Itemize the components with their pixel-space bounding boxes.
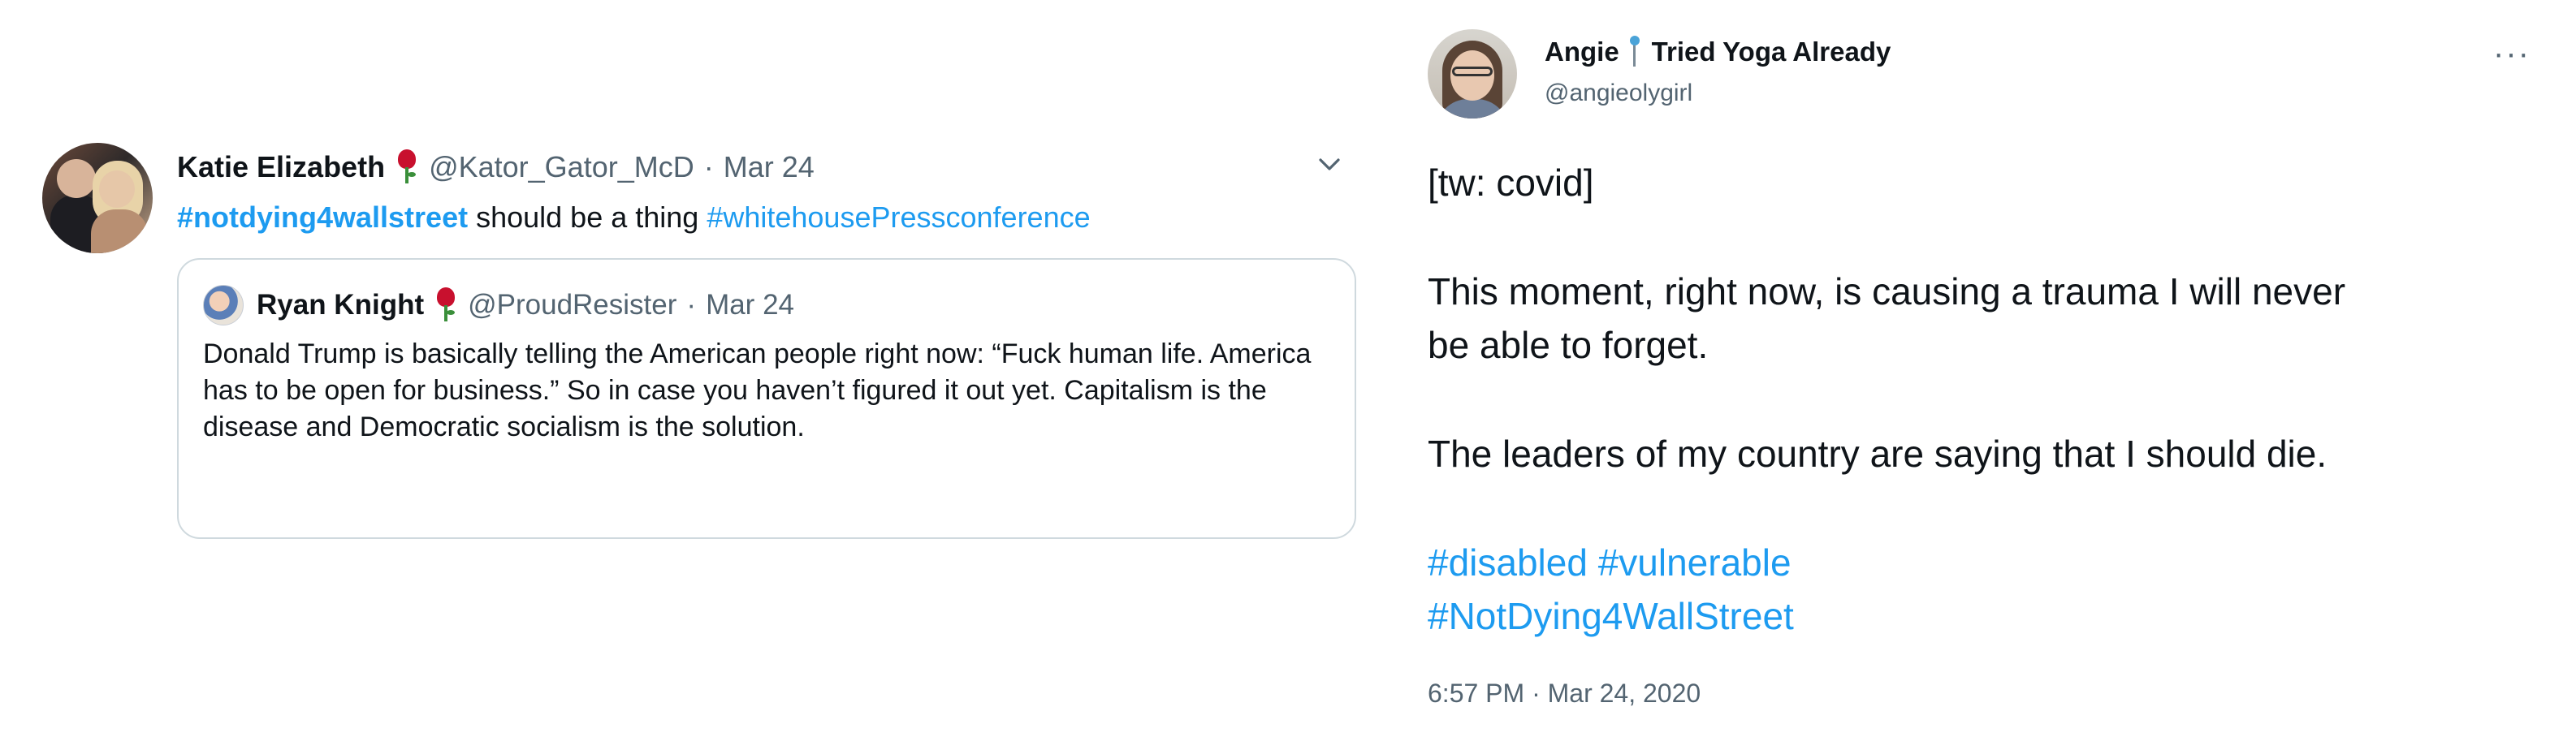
pushpin-emoji-icon	[1629, 36, 1640, 68]
right-tweet-timestamp[interactable]: 6:57 PM · Mar 24, 2020	[1428, 679, 1701, 709]
right-tweet-line-1: [tw: covid]	[1428, 162, 1594, 204]
right-tweet-hashtags-1[interactable]: #disabled #vulnerable	[1428, 536, 1792, 589]
quoted-tweet-date[interactable]: Mar 24	[706, 289, 794, 321]
chevron-down-icon[interactable]	[1316, 153, 1343, 177]
quoted-author-name[interactable]: Ryan Knight	[257, 289, 424, 321]
hashtag-link[interactable]: #whitehousePressconference	[707, 200, 1090, 234]
separator-dot: ·	[686, 289, 697, 321]
quoted-author-avatar[interactable]	[203, 285, 244, 325]
tweet-text-middle: should be a thing	[468, 200, 707, 234]
quoted-tweet-text: Donald Trump is basically telling the Am…	[203, 338, 1312, 442]
right-tweet-line-2: This moment, right now, is causing a tra…	[1428, 270, 2346, 312]
quoted-tweet-card[interactable]: Ryan Knight @ProudResister · Mar 24 Dona…	[177, 258, 1356, 539]
left-tweet-header: Katie Elizabeth @Kator_Gator_McD · Mar 2…	[177, 146, 815, 188]
hashtag-link[interactable]: #notdying4wallstreet	[177, 200, 468, 234]
right-author-name[interactable]: Angie Tried Yoga Already	[1545, 36, 1891, 68]
rose-emoji-icon	[435, 287, 456, 323]
right-tweet-line-3: be able to forget.	[1428, 324, 1709, 366]
quoted-tweet-header: Ryan Knight @ProudResister · Mar 24	[203, 284, 794, 326]
right-author-handle[interactable]: @angieolygirl	[1545, 80, 1692, 107]
right-author-name-part1: Angie	[1545, 37, 1619, 67]
right-tweet-line-4: The leaders of my country are saying tha…	[1428, 433, 2327, 475]
left-author-name[interactable]: Katie Elizabeth	[177, 150, 385, 184]
rose-emoji-icon	[396, 149, 417, 185]
more-icon[interactable]: ···	[2493, 36, 2531, 72]
right-tweet-hashtags-2[interactable]: #NotDying4WallStreet	[1428, 589, 1794, 643]
left-author-avatar[interactable]	[42, 143, 153, 253]
right-author-avatar[interactable]	[1428, 29, 1517, 119]
quoted-author-handle[interactable]: @ProudResister	[468, 289, 676, 321]
right-author-name-part2: Tried Yoga Already	[1651, 37, 1891, 67]
left-author-handle[interactable]: @Kator_Gator_McD	[429, 150, 694, 184]
left-tweet-text: #notdying4wallstreet should be a thing #…	[177, 196, 1091, 239]
left-tweet-date[interactable]: Mar 24	[724, 150, 815, 184]
separator-dot: ·	[703, 150, 714, 183]
